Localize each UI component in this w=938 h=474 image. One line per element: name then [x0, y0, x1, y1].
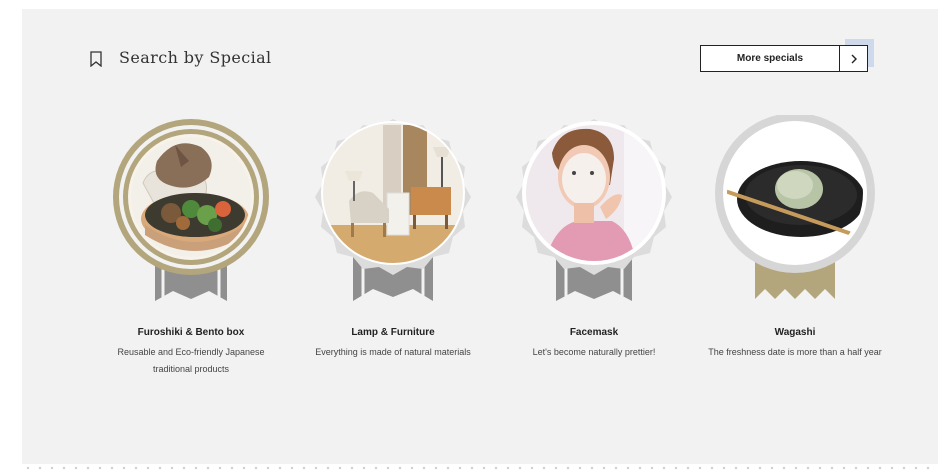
- special-card-wagashi[interactable]: Wagashi The freshness date is more than …: [695, 115, 895, 385]
- silver-ring-badge: [715, 115, 875, 299]
- card-description: Let's become naturally prettier!: [532, 347, 656, 357]
- special-card-lamp-furniture[interactable]: Lamp & Furniture Everything is made of n…: [293, 115, 493, 385]
- silver-badge: [315, 119, 471, 301]
- card-description: Reusable and Eco-friendly Japanese tradi…: [117, 347, 265, 374]
- chevron-right-icon: [851, 54, 857, 63]
- bookmark-icon: [90, 51, 102, 67]
- next-button[interactable]: [840, 45, 868, 72]
- card-description: The freshness date is more than a half y…: [708, 347, 882, 357]
- section-title: Search by Special: [119, 48, 272, 67]
- special-card-furoshiki[interactable]: Furoshiki & Bento box Reusable and Eco-f…: [91, 115, 291, 385]
- card-title: Lamp & Furniture: [351, 327, 435, 338]
- gold-badge: [113, 119, 269, 301]
- special-card-facemask[interactable]: Facemask Let's become naturally prettier…: [494, 115, 694, 385]
- silver-badge: [516, 119, 672, 301]
- card-description: Everything is made of natural materials: [315, 347, 471, 357]
- more-specials-button[interactable]: More specials: [700, 45, 840, 72]
- card-title: Wagashi: [774, 327, 816, 338]
- dotted-divider: [22, 466, 938, 470]
- card-title: Furoshiki & Bento box: [137, 327, 245, 338]
- card-title: Facemask: [569, 327, 619, 338]
